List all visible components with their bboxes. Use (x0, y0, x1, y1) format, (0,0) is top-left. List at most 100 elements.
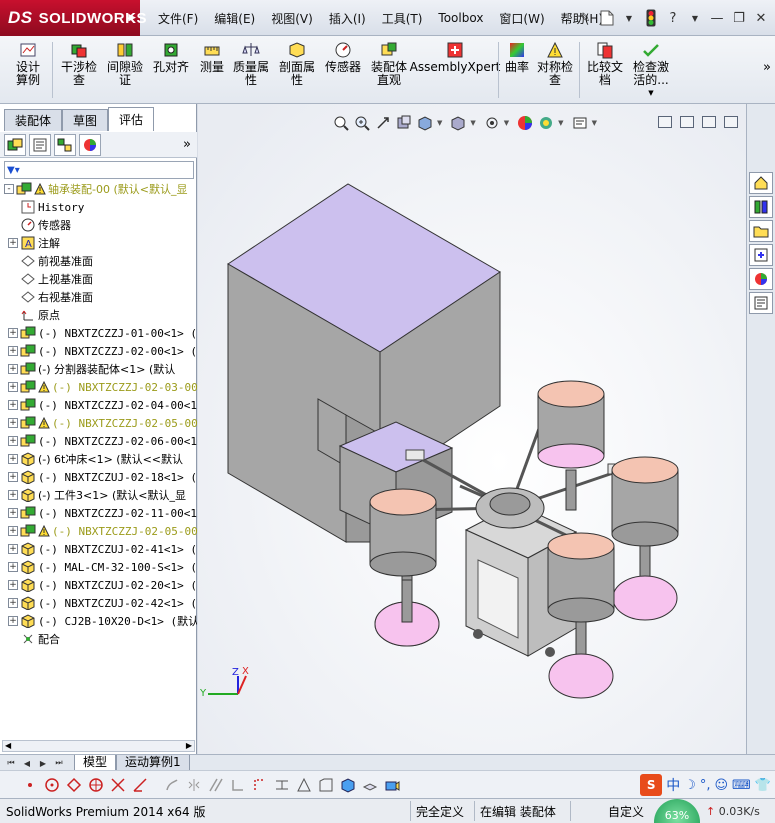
skin-icon[interactable]: 👕 (755, 778, 771, 793)
tree-item[interactable]: + (-) CJ2B-10X20-D<1> (默认 (0, 612, 197, 630)
interference-check-button[interactable]: 干涉检查 (58, 40, 100, 87)
chevron-down-icon[interactable]: ▼ (470, 119, 475, 127)
chevron-down-icon[interactable]: ▼ (437, 119, 442, 127)
tree-item[interactable]: + (-) 工件3<1> (默认<默认_显 (0, 486, 197, 504)
tree-item[interactable]: - 轴承装配-00 (默认<默认_显 (0, 180, 197, 198)
edit-appearance-icon[interactable] (516, 114, 534, 132)
network-meter[interactable]: 63% (654, 799, 700, 823)
clearance-verification-button[interactable]: 间隙验证 (104, 40, 146, 87)
design-study-button[interactable]: 设计算例 (6, 40, 50, 87)
collapse-icon[interactable]: - (4, 184, 14, 194)
tree-item[interactable]: + (-) MAL-CM-32-100-S<1> (默 (0, 558, 197, 576)
tree-item[interactable]: 右视基准面 (0, 288, 197, 306)
pattern-icon[interactable] (206, 775, 226, 795)
view-palette-icon[interactable] (749, 244, 773, 266)
configuration-manager-icon[interactable] (54, 133, 76, 156)
assemblyxpert-button[interactable]: AssemblyXpert (410, 40, 500, 74)
help-icon[interactable]: ? (663, 7, 683, 29)
zoom-to-area-icon[interactable] (353, 114, 371, 132)
close-icon[interactable]: ✕ (751, 7, 771, 29)
sketch-plane-icon[interactable] (360, 775, 380, 795)
ime-mode-label[interactable]: 中 (666, 775, 680, 795)
tree-item[interactable]: 原点 (0, 306, 197, 324)
expand-icon[interactable]: + (8, 436, 18, 446)
expand-icon[interactable]: + (8, 238, 18, 248)
tree-item[interactable]: + (-) 6t冲床<1> (默认<<默认 (0, 450, 197, 468)
menu-file[interactable]: 文件(F) (150, 10, 206, 27)
mirror-icon[interactable] (184, 775, 204, 795)
ribbon-overflow-icon[interactable]: » (763, 60, 771, 75)
tree-item[interactable]: + (-) NBXTZCZZJ-02-00<1> (默 (0, 342, 197, 360)
scroll-left-icon[interactable]: ◀ (5, 741, 11, 750)
menu-view[interactable]: 视图(V) (263, 10, 321, 27)
custom-properties-icon[interactable] (749, 292, 773, 314)
circle-icon[interactable] (42, 775, 62, 795)
new-document-icon[interactable] (597, 7, 617, 29)
tree-item[interactable]: 配合 (0, 630, 197, 648)
home-icon[interactable] (749, 172, 773, 194)
apply-scene-icon[interactable] (537, 114, 555, 132)
extend-icon[interactable] (130, 775, 150, 795)
graphics-area[interactable]: Y Z X ▼ ▼ ▼ ▼ ▼ (198, 104, 746, 754)
compare-documents-button[interactable]: 比较文档 (584, 40, 626, 87)
scroll-right-icon[interactable]: ▶ (186, 741, 192, 750)
section-properties-button[interactable]: 剖面属性 (276, 40, 318, 87)
sensor-button[interactable]: 传感器 (322, 40, 364, 74)
property-manager-icon[interactable] (29, 133, 51, 156)
feature-tree-icon[interactable] (4, 133, 26, 156)
tree-item[interactable]: + (-) NBXTZCZZJ-02-05-00< (0, 414, 197, 432)
dimension-icon[interactable] (272, 775, 292, 795)
point-icon[interactable] (20, 775, 40, 795)
chevron-down-icon[interactable]: ▼ (619, 7, 639, 29)
viewport-minimize-icon[interactable] (680, 116, 694, 128)
tree-item[interactable]: + (-) NBXTZCZZJ-01-00<1> (默 (0, 324, 197, 342)
emoji-icon[interactable]: ☺ (714, 778, 728, 793)
assembly-model[interactable]: Y Z X (198, 104, 746, 754)
expand-icon[interactable]: + (8, 382, 18, 392)
expand-icon[interactable]: + (8, 616, 18, 626)
tab-model[interactable]: 模型 (74, 755, 117, 771)
menu-tools[interactable]: 工具(T) (374, 10, 431, 27)
tree-item[interactable]: + (-) NBXTZCZZJ-02-05-00< (0, 522, 197, 540)
tree-item[interactable]: + (-) NBXTZCZZJ-02-03-00< (0, 378, 197, 396)
chevron-down-icon[interactable]: ▼ (685, 7, 705, 29)
polygon-icon[interactable] (64, 775, 84, 795)
display-style-icon[interactable] (449, 114, 467, 132)
panel-expand-icon[interactable]: » (183, 137, 191, 152)
offset-icon[interactable] (162, 775, 182, 795)
tree-item[interactable]: 传感器 (0, 216, 197, 234)
menu-window[interactable]: 窗口(W) (491, 10, 552, 27)
chevron-down-icon[interactable]: ▼ (648, 87, 653, 100)
chevron-down-icon[interactable]: ▼ (558, 119, 563, 127)
chamfer-icon[interactable] (316, 775, 336, 795)
relation-icon[interactable] (250, 775, 270, 795)
view-orientation-icon[interactable] (416, 114, 434, 132)
view-settings-icon[interactable] (571, 114, 589, 132)
menu-insert[interactable]: 插入(I) (321, 10, 374, 27)
tree-filter-input[interactable]: ▼▾ (4, 161, 194, 179)
expand-icon[interactable]: + (8, 328, 18, 338)
expand-icon[interactable]: + (8, 580, 18, 590)
3d-box-icon[interactable] (338, 775, 358, 795)
moon-icon[interactable]: ☽ (684, 778, 696, 793)
first-tab-icon[interactable]: ⏮ (4, 757, 18, 769)
keyboard-icon[interactable]: ⌨ (732, 778, 751, 793)
tree-item[interactable]: + (-) 分割器装配体<1> (默认 (0, 360, 197, 378)
viewport-close-icon[interactable] (724, 116, 738, 128)
expand-icon[interactable]: + (8, 598, 18, 608)
expand-icon[interactable]: + (8, 490, 18, 500)
menu-toolbox[interactable]: Toolbox (430, 11, 491, 25)
expand-icon[interactable]: + (8, 544, 18, 554)
pin-icon[interactable]: ✎ (575, 7, 595, 29)
expand-icon[interactable]: + (8, 364, 18, 374)
menu-edit[interactable]: 编辑(E) (206, 10, 263, 27)
display-manager-icon[interactable] (79, 133, 101, 156)
chevron-down-icon[interactable]: ▼ (592, 119, 597, 127)
expand-icon[interactable]: + (8, 400, 18, 410)
sogou-logo-icon[interactable]: S (640, 774, 663, 796)
tree-item[interactable]: History (0, 198, 197, 216)
section-view-icon[interactable] (395, 114, 413, 132)
tab-motion-study[interactable]: 运动算例1 (116, 755, 190, 771)
solidworks-logo[interactable]: DS SOLIDWORKS ▶ (0, 0, 146, 36)
traffic-light-icon[interactable] (641, 7, 661, 29)
